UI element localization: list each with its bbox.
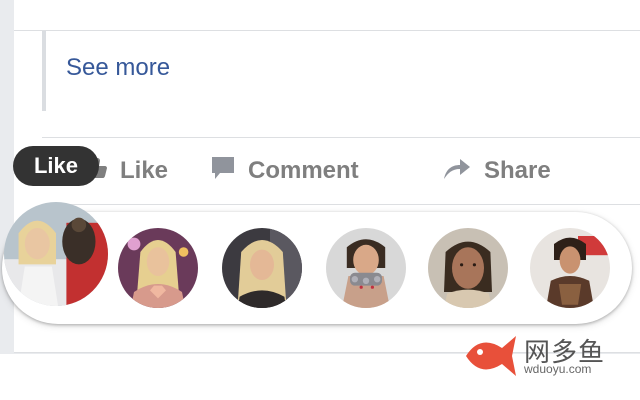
reaction-avatar-5[interactable] <box>428 228 508 308</box>
quote-bar <box>42 31 46 111</box>
post-action-bar: Like Comment Share <box>42 145 640 197</box>
watermark-domain: wduoyu.com <box>524 362 592 376</box>
action-bar-top-divider <box>42 137 640 138</box>
see-more-link[interactable]: See more <box>66 54 170 82</box>
comment-icon <box>210 155 236 188</box>
avatar-photo-6 <box>530 228 610 308</box>
reaction-avatar-2[interactable] <box>118 228 198 308</box>
top-divider <box>14 30 640 31</box>
comment-label: Comment <box>248 157 359 184</box>
avatar-photo-4 <box>326 228 406 308</box>
comment-button[interactable]: Comment <box>210 145 359 197</box>
share-label: Share <box>484 157 551 184</box>
like-tooltip: Like <box>13 146 99 186</box>
reaction-avatar-1[interactable] <box>4 202 108 306</box>
share-button[interactable]: Share <box>442 145 551 197</box>
like-label: Like <box>120 157 169 184</box>
reaction-picker <box>2 202 632 324</box>
reaction-avatar-6[interactable] <box>530 228 610 308</box>
avatar-photo-1 <box>4 202 108 306</box>
avatar-photo-2 <box>118 228 198 308</box>
fish-logo-icon <box>466 336 516 376</box>
reaction-avatar-3[interactable] <box>222 228 302 308</box>
watermark: 网多鱼 wduoyu.com <box>462 330 612 380</box>
share-arrow-icon <box>442 155 472 188</box>
reaction-avatar-4[interactable] <box>326 228 406 308</box>
avatar-photo-5 <box>428 228 508 308</box>
action-bar-bottom-divider <box>42 204 640 205</box>
avatar-photo-3 <box>222 228 302 308</box>
page-left-rail <box>0 0 14 400</box>
